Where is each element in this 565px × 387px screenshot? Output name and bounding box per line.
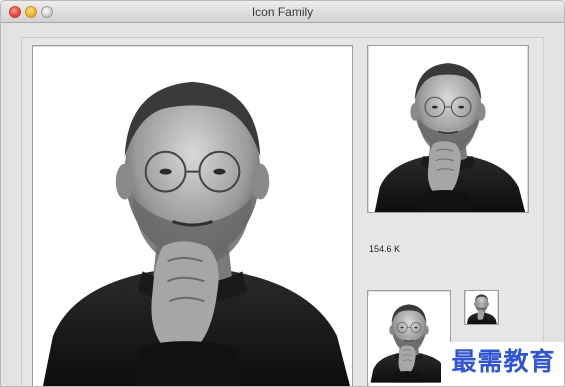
portrait-image-large [33, 46, 352, 387]
icon-well-medium[interactable] [367, 45, 529, 213]
portrait-image-small [368, 291, 450, 387]
window-title: Icon Family [251, 5, 314, 19]
title-bar: Icon Family [1, 1, 564, 23]
icon-well-small[interactable] [367, 290, 451, 387]
icon-family-window: Icon Family 154.6 K 最需教育 [0, 0, 565, 387]
portrait-image-tiny [465, 291, 498, 324]
icon-well-tiny[interactable] [464, 290, 499, 325]
file-size-label: 154.6 K [369, 244, 401, 254]
icon-well-large[interactable] [32, 45, 353, 387]
watermark-logo: 最需教育 [441, 342, 564, 386]
portrait-image-medium [368, 46, 528, 212]
